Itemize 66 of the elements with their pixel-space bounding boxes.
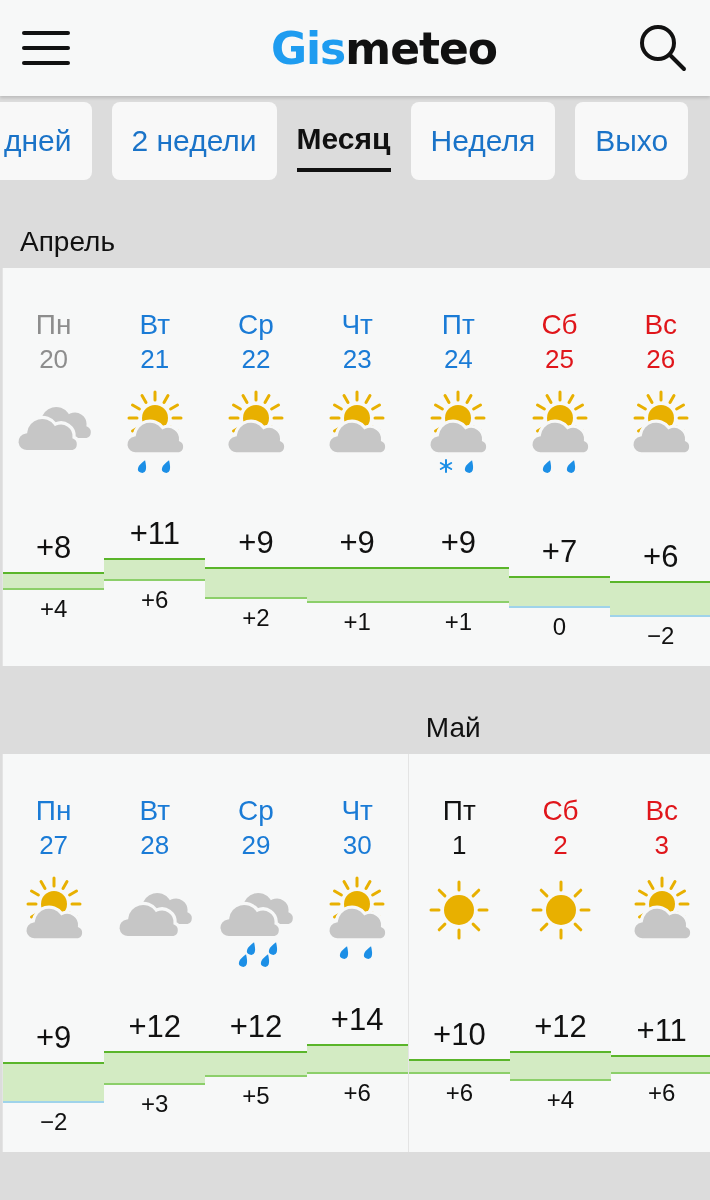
max-temperature: +7 bbox=[540, 533, 579, 572]
day-name: Вс bbox=[645, 794, 679, 828]
max-temperature: +12 bbox=[127, 1008, 183, 1047]
max-temperature: +12 bbox=[533, 1008, 588, 1047]
day-date: 22 bbox=[241, 343, 271, 376]
min-temperature: +6 bbox=[647, 1077, 677, 1108]
day-date: 24 bbox=[443, 343, 473, 376]
day-name: Пт bbox=[442, 794, 476, 828]
search-icon[interactable] bbox=[638, 23, 688, 73]
min-temperature: +6 bbox=[444, 1077, 475, 1108]
tab[interactable]: Месяц bbox=[296, 109, 391, 172]
max-temperature: +9 bbox=[338, 524, 376, 563]
tab[interactable]: Неделя bbox=[410, 101, 556, 180]
day-name: Пн bbox=[35, 308, 72, 342]
max-temperature: +8 bbox=[34, 528, 73, 567]
month-label: Апрель bbox=[19, 225, 115, 259]
tab[interactable]: Выхо bbox=[575, 101, 689, 180]
max-temperature: +14 bbox=[329, 1001, 385, 1039]
day-name: Сб bbox=[542, 794, 579, 828]
min-temperature: +4 bbox=[38, 593, 69, 624]
day-date: 21 bbox=[140, 343, 170, 376]
max-temperature: +6 bbox=[642, 537, 680, 576]
min-temperature: +3 bbox=[140, 1088, 170, 1119]
min-temperature: +6 bbox=[342, 1077, 372, 1108]
day-date: 28 bbox=[140, 829, 170, 862]
day-name: Вт bbox=[139, 794, 171, 828]
day-date: 20 bbox=[39, 343, 69, 376]
min-temperature: −2 bbox=[38, 1107, 69, 1137]
month-label: Май bbox=[424, 711, 481, 745]
max-temperature: +9 bbox=[439, 524, 477, 563]
max-temperature: +9 bbox=[237, 524, 275, 563]
day-date: 2 bbox=[553, 829, 568, 862]
day-name: Чт bbox=[341, 794, 373, 828]
day-date: 25 bbox=[545, 343, 574, 376]
day-date: 3 bbox=[654, 829, 669, 862]
day-name: Ср bbox=[238, 308, 274, 342]
day-name: Сб bbox=[541, 308, 578, 342]
day-date: 26 bbox=[646, 343, 676, 376]
min-temperature: +5 bbox=[241, 1081, 271, 1112]
min-temperature: +6 bbox=[140, 584, 170, 615]
menu-icon[interactable] bbox=[22, 30, 70, 66]
min-temperature: +4 bbox=[545, 1084, 576, 1115]
max-temperature: +9 bbox=[34, 1019, 73, 1058]
max-temperature: +10 bbox=[432, 1015, 487, 1054]
day-date: 1 bbox=[452, 829, 467, 862]
day-date: 23 bbox=[342, 343, 372, 376]
max-temperature: +11 bbox=[128, 515, 181, 553]
day-date: 30 bbox=[342, 829, 372, 862]
tab[interactable]: дней bbox=[0, 101, 92, 180]
min-temperature: +1 bbox=[443, 607, 474, 638]
day-name: Ср bbox=[238, 794, 274, 828]
day-name: Пн bbox=[35, 794, 72, 828]
day-date: 29 bbox=[241, 829, 271, 862]
min-temperature: −2 bbox=[646, 621, 676, 651]
logo[interactable]: Gismeteo bbox=[270, 22, 498, 74]
max-temperature: +11 bbox=[635, 1012, 688, 1051]
min-temperature: +2 bbox=[241, 602, 271, 633]
day-name: Чт bbox=[341, 308, 373, 342]
day-name: Вс bbox=[644, 308, 678, 342]
day-date: 27 bbox=[39, 829, 69, 862]
tab[interactable]: 2 недели bbox=[111, 101, 277, 180]
min-temperature: 0 bbox=[551, 611, 568, 642]
min-temperature: +1 bbox=[342, 607, 372, 638]
day-name: Пт bbox=[441, 308, 475, 342]
max-temperature: +12 bbox=[228, 1008, 284, 1047]
day-name: Вт bbox=[139, 308, 171, 342]
